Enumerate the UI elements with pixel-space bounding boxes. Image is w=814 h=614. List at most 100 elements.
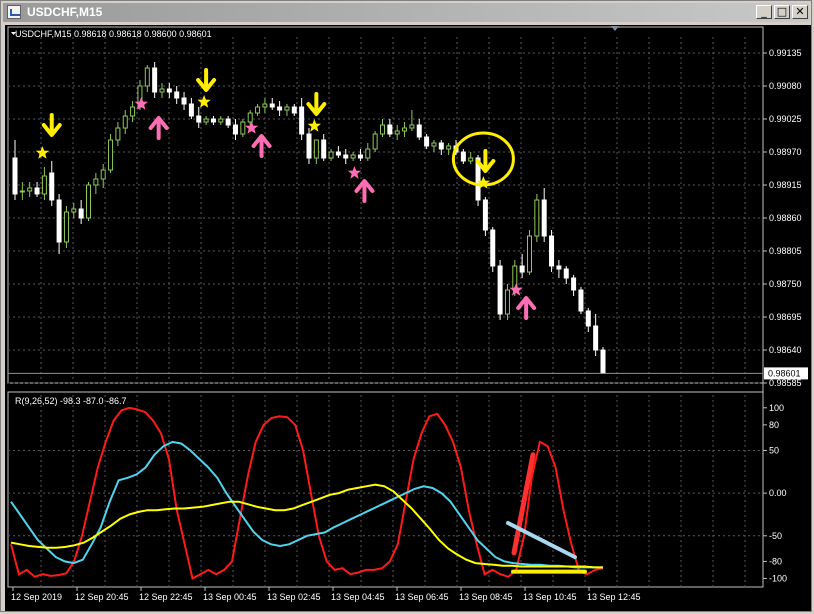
chart-area[interactable]: 0.99135 0.99080 0.99025 0.98970 0.98915 0.988… (5, 25, 811, 611)
sell-star-icon (197, 95, 211, 108)
candle-body (188, 103, 194, 117)
oscillator-header-label: R(9,26,52) -98.3 -87.0 -86.7 (15, 396, 127, 406)
candle-body (468, 157, 474, 162)
title-bar[interactable]: USDCHF,M15 _ □ ✕ (3, 3, 809, 22)
candle-body (284, 106, 290, 111)
candle-body (240, 121, 246, 135)
candle-body (181, 97, 187, 105)
candle-body (482, 199, 488, 231)
candle-body (490, 229, 496, 267)
candle-body (409, 124, 415, 129)
candle-body (166, 88, 172, 93)
price-tick-label: 0.98970 (769, 147, 802, 157)
candle-body (350, 154, 356, 159)
time-tick-label: 13 Sep 02:45 (267, 592, 321, 602)
chart-header-label: USDCHF,M15 0.98618 0.98618 0.98600 0.986… (15, 29, 212, 39)
price-tick-label: 0.98860 (769, 213, 802, 223)
candle-body (49, 172, 55, 201)
osc-tick-label: 100 (769, 403, 784, 413)
sell-star-icon (35, 146, 50, 159)
candle-body (299, 106, 305, 135)
osc-tick-label: -50 (769, 531, 782, 541)
candle-body (504, 289, 510, 315)
candle-body (585, 310, 591, 327)
candle-body (438, 142, 444, 150)
time-tick-label: 13 Sep 04:45 (331, 592, 385, 602)
main-pane-frame (7, 26, 764, 384)
time-tick-label: 13 Sep 06:45 (395, 592, 449, 602)
candle-body (578, 289, 584, 312)
candle-body (291, 106, 297, 114)
candle-body (122, 115, 128, 129)
candle-body (19, 190, 25, 193)
candle-body (56, 199, 62, 243)
candle-body (115, 127, 121, 141)
candle-body (159, 88, 165, 93)
time-tick-label: 12 Sep 2019 (11, 592, 62, 602)
current-price-label: 0.98601 (768, 368, 801, 378)
candle-body (313, 139, 319, 159)
chart-svg[interactable]: 0.99135 0.99080 0.99025 0.98970 0.98915 0.988… (5, 25, 811, 611)
candle-body (534, 199, 540, 237)
candle-body (328, 151, 334, 159)
candle-body (218, 118, 224, 123)
candle-body (357, 154, 363, 159)
candle-body (380, 124, 385, 135)
time-tick-label: 13 Sep 12:45 (587, 592, 641, 602)
time-tick-label: 13 Sep 08:45 (459, 592, 513, 602)
osc-tick-label: 80 (769, 420, 779, 430)
candle-body (343, 154, 349, 159)
time-tick-label: 13 Sep 00:45 (203, 592, 257, 602)
buy-arrow-icon (354, 179, 375, 203)
price-tick-label: 0.98695 (769, 312, 802, 322)
candle-body (93, 178, 99, 186)
candle-body (71, 208, 77, 213)
window-title: USDCHF,M15 (27, 5, 103, 19)
candle-body (387, 124, 393, 135)
buy-arrow-icon (516, 296, 537, 320)
buy-star-icon (244, 121, 259, 134)
candle-body (144, 67, 150, 87)
chart-app-icon (7, 5, 21, 19)
candle-body (600, 349, 606, 374)
candle-body (34, 187, 40, 195)
price-tick-label: 0.98750 (769, 279, 802, 289)
candle-body (255, 106, 261, 114)
candle-body (210, 118, 216, 123)
candle-body (233, 124, 238, 135)
sell-arrow-icon (41, 113, 62, 137)
price-tick-label: 0.99080 (769, 81, 802, 91)
close-button[interactable]: ✕ (792, 5, 808, 19)
minimize-button[interactable]: _ (756, 5, 772, 19)
candle-body (130, 106, 136, 117)
candle-body (556, 265, 562, 270)
candle-body (306, 133, 312, 159)
candle-body (563, 268, 569, 279)
candle-body (86, 184, 91, 219)
chart-window: USDCHF,M15 _ □ ✕ 0.99135 0.99080 0.99025 0.… (0, 0, 812, 612)
candle-body (12, 157, 18, 195)
shift-marker-icon (611, 26, 619, 31)
candle-body (247, 112, 253, 123)
candle-body (571, 277, 577, 291)
candle-body (321, 139, 327, 159)
candle-body (549, 235, 555, 267)
osc-tick-label: 50 (769, 445, 779, 455)
candle-body (541, 199, 547, 237)
candle-body (335, 151, 341, 156)
candle-body (41, 175, 47, 195)
candle-body (269, 103, 275, 108)
time-tick-label: 12 Sep 20:45 (75, 592, 129, 602)
candle-body (519, 265, 525, 273)
buy-arrow-icon (251, 134, 272, 158)
candle-body (497, 265, 503, 315)
candle-body (365, 148, 371, 159)
price-tick-label: 0.99025 (769, 114, 802, 124)
candle-body (63, 211, 69, 243)
candle-body (152, 67, 158, 93)
candle-body (460, 151, 466, 162)
candle-body (78, 208, 84, 219)
osc-tick-label: -80 (769, 556, 782, 566)
time-tick-label: 12 Sep 22:45 (139, 592, 193, 602)
maximize-button[interactable]: □ (774, 5, 790, 19)
